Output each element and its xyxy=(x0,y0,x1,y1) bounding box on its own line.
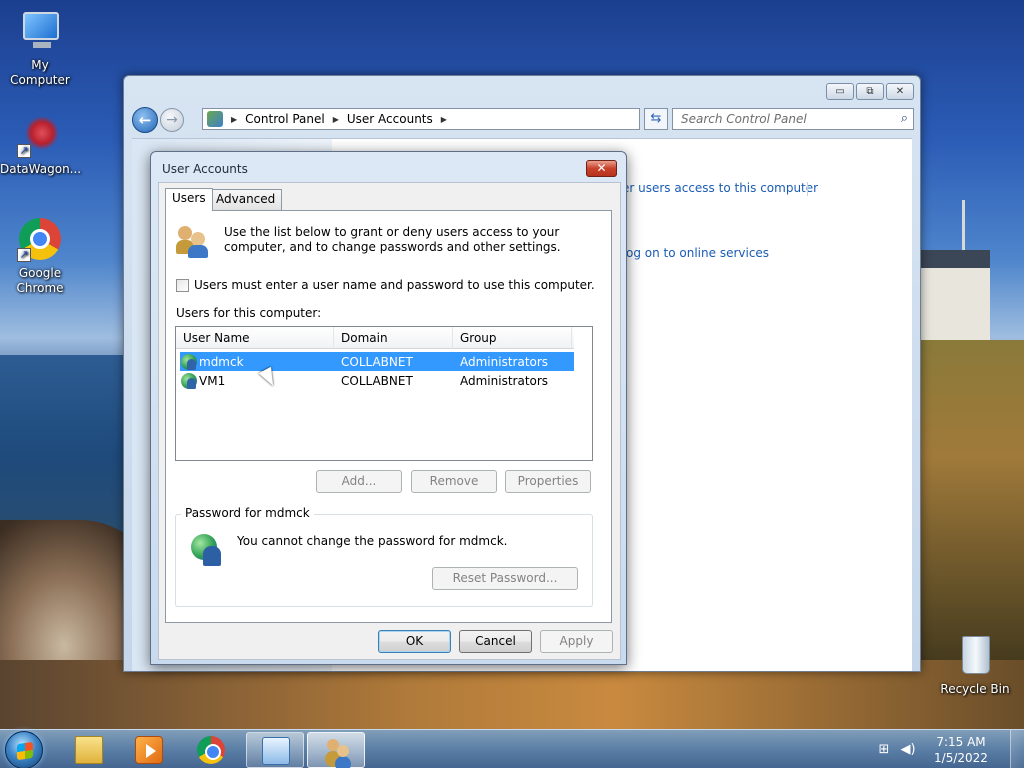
dialog-title: User Accounts xyxy=(162,162,248,176)
datawagon-icon: ↗ xyxy=(17,112,63,158)
chrome-icon xyxy=(197,736,225,764)
breadcrumb-chevron-icon[interactable]: ▶ xyxy=(441,115,447,124)
arrow-left-icon: ← xyxy=(138,111,152,129)
password-message: You cannot change the password for mdmck… xyxy=(237,534,508,548)
desktop-icon-my-computer[interactable]: My Computer xyxy=(0,8,80,88)
taskbar: ⊞ ◀) 7:15 AM 1/5/2022 xyxy=(0,729,1024,768)
users-icon xyxy=(176,224,210,258)
control-panel-icon xyxy=(207,111,223,127)
desktop-icon-datawagon[interactable]: ↗ DataWagon... xyxy=(0,112,82,177)
desktop-icon-label: Recycle Bin xyxy=(940,682,1010,696)
tab-users[interactable]: Users xyxy=(165,188,213,211)
online-services-link[interactable]: og on to online services xyxy=(626,246,769,260)
control-panel-icon xyxy=(262,737,290,765)
column-header-domain[interactable]: Domain xyxy=(334,327,453,349)
shortcut-arrow-icon: ↗ xyxy=(17,248,31,262)
recycle-bin-icon xyxy=(952,632,998,678)
dialog-close-button[interactable]: ✕ xyxy=(586,160,617,177)
require-login-option[interactable]: Users must enter a user name and passwor… xyxy=(176,278,595,292)
table-row[interactable]: VM1 COLLABNET Administrators xyxy=(180,371,574,390)
search-input[interactable]: Search Control Panel ⌕ xyxy=(672,108,914,130)
breadcrumb-chevron-icon[interactable]: ▶ xyxy=(231,115,237,124)
domain-user-icon xyxy=(191,534,223,566)
minimize-button[interactable]: ▭ xyxy=(826,83,854,100)
search-icon[interactable]: ⌕ xyxy=(901,109,908,129)
forward-button[interactable]: → xyxy=(160,108,184,132)
domain-cell: COLLABNET xyxy=(341,354,413,369)
users-tab-panel: Use the list below to grant or deny user… xyxy=(165,210,612,623)
chrome-icon: ↗ xyxy=(17,216,63,262)
tab-advanced[interactable]: Advanced xyxy=(209,189,283,210)
remove-user-button[interactable]: Remove xyxy=(411,470,497,493)
clock[interactable]: 7:15 AM 1/5/2022 xyxy=(924,734,998,766)
desktop-icon-label: Google Chrome xyxy=(16,266,64,295)
clock-time: 7:15 AM xyxy=(936,734,986,749)
group-cell: Administrators xyxy=(460,373,549,388)
add-user-button[interactable]: Add... xyxy=(316,470,402,493)
user-accounts-icon xyxy=(323,737,351,765)
breadcrumb-control-panel[interactable]: Control Panel xyxy=(245,112,325,126)
maximize-button[interactable]: ⧉ xyxy=(856,83,884,100)
properties-button[interactable]: Properties xyxy=(505,470,591,493)
password-group: Password for mdmck You cannot change the… xyxy=(175,506,593,607)
system-tray: ⊞ ◀) 7:15 AM 1/5/2022 xyxy=(876,730,1024,768)
volume-icon[interactable]: ◀) xyxy=(900,742,916,758)
start-button[interactable] xyxy=(5,731,43,768)
refresh-icon: ⇆ xyxy=(650,111,662,126)
column-header-user-name[interactable]: User Name xyxy=(176,327,334,349)
user-name-cell: VM1 xyxy=(199,373,226,388)
show-desktop-button[interactable] xyxy=(1010,730,1024,768)
desktop-icon-recycle-bin[interactable]: Recycle Bin xyxy=(935,632,1015,697)
back-button[interactable]: ← xyxy=(132,107,158,133)
group-cell: Administrators xyxy=(460,354,549,369)
intro-text: Use the list below to grant or deny user… xyxy=(224,225,561,254)
table-row[interactable]: mdmck COLLABNET Administrators xyxy=(180,352,574,371)
taskbar-media-player[interactable] xyxy=(120,732,178,768)
close-icon: ✕ xyxy=(596,161,607,175)
taskbar-file-explorer[interactable] xyxy=(60,732,118,768)
users-list-label: Users for this computer: xyxy=(176,306,322,320)
windows-logo-icon xyxy=(17,741,33,761)
file-explorer-icon xyxy=(75,736,103,764)
column-header-group[interactable]: Group xyxy=(453,327,572,349)
ok-button[interactable]: OK xyxy=(378,630,451,653)
taskbar-user-accounts[interactable] xyxy=(307,732,365,768)
media-player-icon xyxy=(135,736,163,764)
breadcrumb-user-accounts[interactable]: User Accounts xyxy=(347,112,433,126)
close-button[interactable]: ✕ xyxy=(886,83,914,100)
user-accounts-dialog: User Accounts ✕ Users Advanced Use the l… xyxy=(150,151,627,665)
desktop-icon-label: DataWagon... xyxy=(0,162,82,176)
domain-user-icon xyxy=(181,372,197,389)
users-list[interactable]: User Name Domain Group mdmck COLLABNET A… xyxy=(175,326,593,461)
reset-password-button[interactable]: Reset Password... xyxy=(432,567,578,590)
computer-icon xyxy=(17,8,63,54)
clock-date: 1/5/2022 xyxy=(934,750,988,765)
link-separator xyxy=(807,182,808,196)
address-bar[interactable]: ▶ Control Panel ▶ User Accounts ▶ ▼ xyxy=(202,108,700,130)
navigation-bar: ← → ▶ Control Panel ▶ User Accounts ▶ ▼ … xyxy=(132,107,914,133)
window-controls: ▭ ⧉ ✕ xyxy=(826,83,914,100)
arrow-right-icon: → xyxy=(166,112,178,128)
users-list-header: User Name Domain Group xyxy=(176,327,574,349)
apply-button[interactable]: Apply xyxy=(540,630,613,653)
refresh-button[interactable]: ⇆ xyxy=(644,108,668,130)
taskbar-chrome[interactable] xyxy=(182,732,240,768)
require-login-label[interactable]: Users must enter a user name and passwor… xyxy=(194,278,595,292)
domain-user-icon xyxy=(181,353,197,370)
manage-access-link[interactable]: er users access to this computer xyxy=(622,181,818,195)
search-placeholder: Search Control Panel xyxy=(681,112,807,126)
require-login-checkbox[interactable] xyxy=(176,278,189,292)
dialog-body: Users Advanced Use the list below to gra… xyxy=(158,182,621,660)
breadcrumb-chevron-icon[interactable]: ▶ xyxy=(333,115,339,124)
network-icon[interactable]: ⊞ xyxy=(876,742,892,758)
shortcut-arrow-icon: ↗ xyxy=(17,144,31,158)
taskbar-control-panel[interactable] xyxy=(246,732,304,768)
domain-cell: COLLABNET xyxy=(341,373,413,388)
user-name-cell: mdmck xyxy=(199,354,244,369)
desktop-icon-google-chrome[interactable]: ↗ Google Chrome xyxy=(0,216,80,296)
desktop-icon-label: My Computer xyxy=(10,58,70,87)
password-group-title: Password for mdmck xyxy=(181,506,314,520)
cancel-button[interactable]: Cancel xyxy=(459,630,532,653)
wallpaper-house xyxy=(920,250,990,340)
